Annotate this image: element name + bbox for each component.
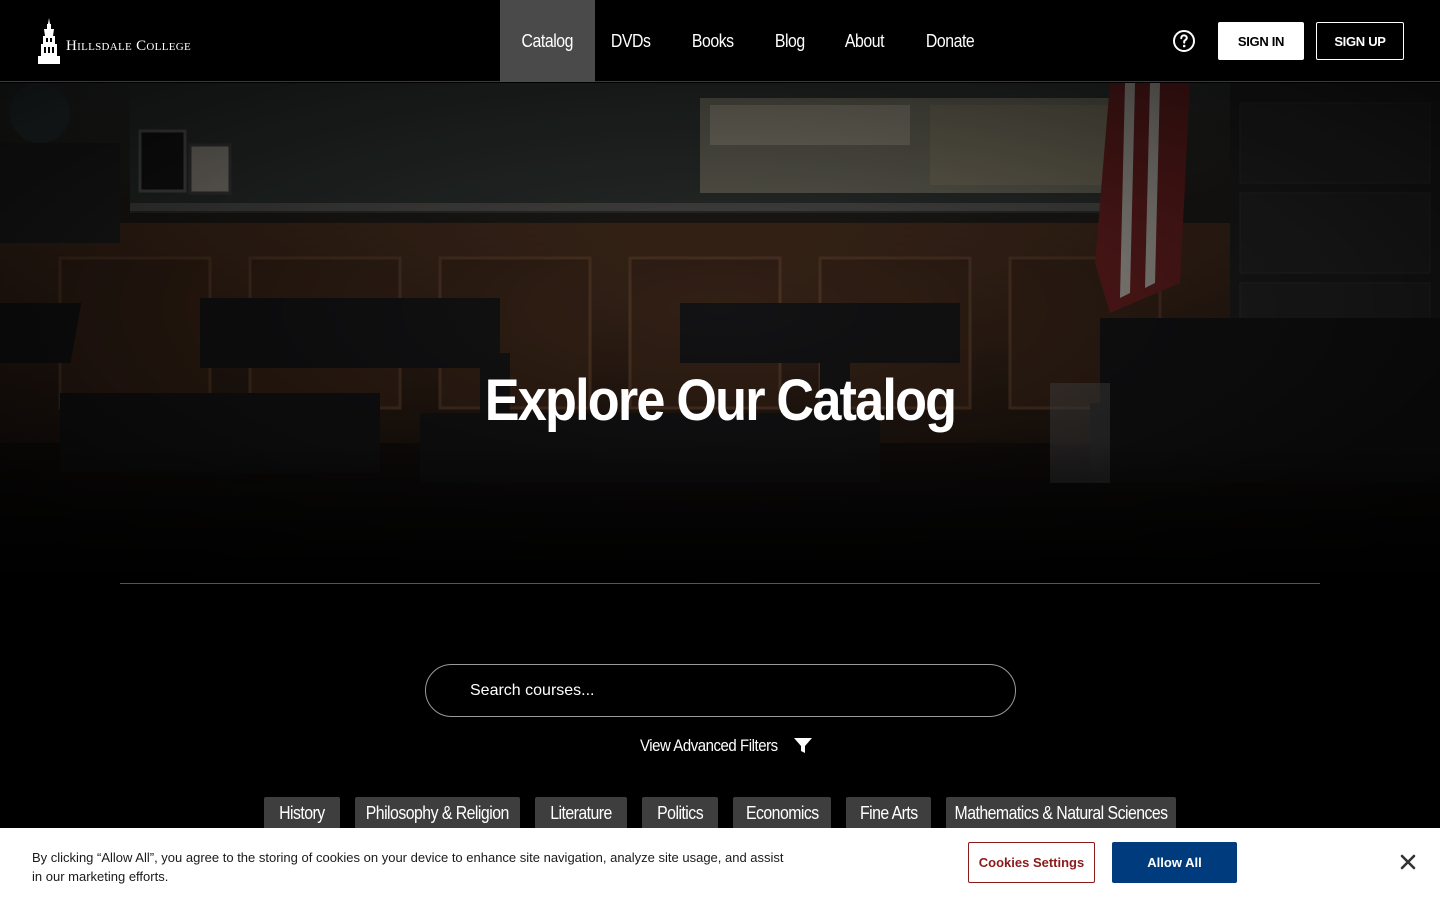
nav-item-books[interactable]: Books xyxy=(676,0,750,82)
category-chip-mathematics-natural-sciences[interactable]: Mathematics & Natural Sciences xyxy=(946,797,1176,829)
category-chip-fine-arts[interactable]: Fine Arts xyxy=(846,797,931,829)
sign-up-button[interactable]: SIGN UP xyxy=(1316,22,1404,60)
cookie-banner: By clicking “Allow All”, you agree to th… xyxy=(0,828,1440,900)
advanced-filters-label: View Advanced Filters xyxy=(640,736,778,755)
logo-text: Hillsdale College xyxy=(66,37,191,54)
nav-item-blog[interactable]: Blog xyxy=(759,0,821,82)
nav-item-about[interactable]: About xyxy=(829,0,900,82)
question-circle-icon[interactable] xyxy=(1172,29,1196,53)
category-chip-history[interactable]: History xyxy=(264,797,340,829)
cookies-settings-button[interactable]: Cookies Settings xyxy=(968,842,1095,883)
nav-item-dvds[interactable]: DVDs xyxy=(595,0,666,82)
category-chip-literature[interactable]: Literature xyxy=(535,797,627,829)
search-input[interactable] xyxy=(470,681,970,700)
category-chip-politics[interactable]: Politics xyxy=(642,797,718,829)
section-divider xyxy=(120,583,1320,584)
tower-logo-icon xyxy=(38,18,60,64)
category-chip-economics[interactable]: Economics xyxy=(733,797,831,829)
advanced-filters-toggle[interactable]: View Advanced Filters xyxy=(640,734,813,758)
hero-banner: Explore Our Catalog xyxy=(0,83,1440,583)
site-header: Hillsdale College Catalog DVDs Books Blo… xyxy=(0,0,1440,82)
page-title: Explore Our Catalog xyxy=(484,368,957,433)
nav-item-catalog[interactable]: Catalog xyxy=(500,0,595,82)
cookie-consent-text: By clicking “Allow All”, you agree to th… xyxy=(32,850,784,884)
hillsdale-logo[interactable]: Hillsdale College xyxy=(36,18,191,64)
funnel-icon xyxy=(794,738,813,753)
main-nav: Catalog DVDs Books Blog About Donate xyxy=(500,0,1001,82)
category-chips: History Philosophy & Religion Literature… xyxy=(0,797,1440,829)
search-bar[interactable] xyxy=(425,664,1016,717)
sign-in-button[interactable]: SIGN IN xyxy=(1218,22,1304,60)
allow-all-button[interactable]: Allow All xyxy=(1112,842,1237,883)
nav-item-donate[interactable]: Donate xyxy=(910,0,990,82)
category-chip-philosophy-religion[interactable]: Philosophy & Religion xyxy=(355,797,520,829)
close-icon[interactable] xyxy=(1398,852,1418,872)
